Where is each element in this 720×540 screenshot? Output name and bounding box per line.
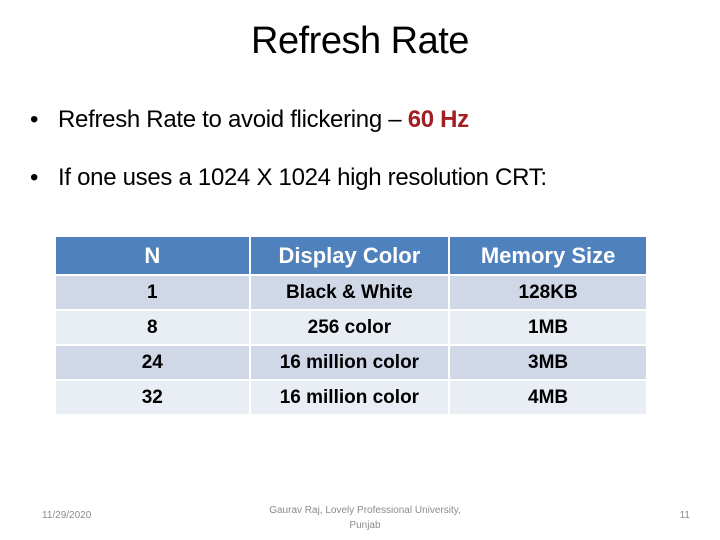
cell-display-color: 256 color (248, 309, 451, 346)
footer-page-number: 11 (679, 510, 690, 521)
cell-memory-size: 3MB (448, 344, 648, 381)
footer-author-line1: Gaurav Raj, Lovely Professional Universi… (269, 505, 461, 516)
cell-n: 1 (54, 274, 251, 311)
table-row: 8 256 color 1MB (54, 309, 648, 346)
bullet-text: Refresh Rate to avoid flickering – (58, 106, 408, 133)
footer-author-line2: Punjab (349, 520, 381, 531)
footer-author: Gaurav Raj, Lovely Professional Universi… (220, 503, 510, 533)
cell-n: 8 (54, 309, 251, 346)
bullet-refresh-rate: • Refresh Rate to avoid flickering – 60 H… (30, 106, 469, 134)
cell-n: 32 (54, 379, 251, 416)
cell-memory-size: 128KB (448, 274, 648, 311)
bullet-crt-resolution: • If one uses a 1024 X 1024 high resoluti… (30, 164, 547, 192)
cell-display-color: Black & White (248, 274, 451, 311)
header-n: N (54, 235, 251, 276)
bullet-highlight: 60 Hz (407, 106, 470, 133)
table-row: 24 16 million color 3MB (54, 344, 648, 381)
cell-memory-size: 4MB (448, 379, 648, 416)
cell-n: 24 (54, 344, 251, 381)
bullet-text: If one uses a 1024 X 1024 high resolutio… (58, 164, 547, 191)
table-row: 1 Black & White 128KB (54, 274, 648, 311)
table-header-row: N Display Color Memory Size (54, 235, 648, 276)
header-memory-size: Memory Size (448, 235, 648, 276)
cell-display-color: 16 million color (248, 379, 451, 416)
cell-display-color: 16 million color (248, 344, 451, 381)
cell-memory-size: 1MB (448, 309, 648, 346)
slide-title: Refresh Rate (251, 20, 469, 62)
bullet-icon: • (30, 164, 39, 191)
bullet-icon: • (30, 106, 39, 133)
memory-table: N Display Color Memory Size 1 Black & Wh… (54, 235, 648, 416)
table-row: 32 16 million color 4MB (54, 379, 648, 416)
footer-date: 11/29/2020 (42, 510, 92, 521)
header-display-color: Display Color (248, 235, 451, 276)
